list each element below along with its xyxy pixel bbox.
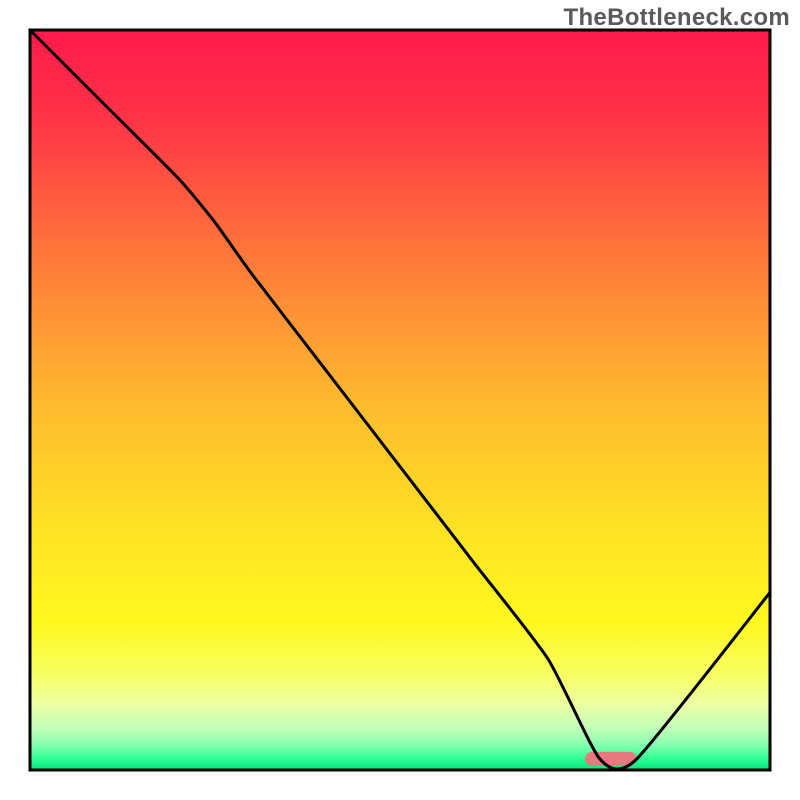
watermark-text: TheBottleneck.com <box>564 4 790 32</box>
chart-container: TheBottleneck.com <box>0 0 800 800</box>
bottleneck-chart <box>0 0 800 800</box>
